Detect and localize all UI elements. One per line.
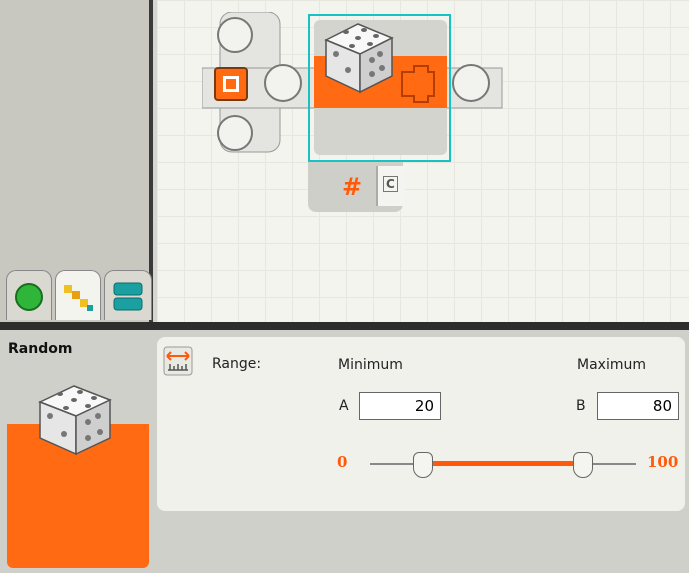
tab-complete-palette[interactable] (55, 270, 101, 320)
slider-thumb-min[interactable] (413, 452, 434, 478)
minimum-input[interactable] (359, 392, 441, 420)
start-point-icon[interactable] (214, 67, 248, 101)
complete-palette-icon (64, 285, 93, 311)
slider-max-label: 100 (647, 453, 679, 471)
program-canvas[interactable]: # C (157, 0, 689, 322)
custom-palette-icon (113, 282, 143, 311)
plug-bottom[interactable] (217, 115, 253, 151)
range-slider-fill (423, 461, 583, 466)
range-slider-track[interactable] (370, 461, 636, 466)
tab-common-palette[interactable] (6, 270, 52, 320)
maximum-label: Maximum (577, 357, 646, 373)
minimum-label: Minimum (338, 357, 403, 373)
slider-thumb-max[interactable] (572, 452, 593, 478)
hub-plug[interactable]: C (376, 166, 405, 206)
dice-icon (324, 23, 394, 94)
block-title: Random (8, 341, 73, 357)
b-label: B (576, 398, 586, 414)
range-label: Range: (212, 356, 262, 372)
random-block[interactable] (308, 14, 451, 162)
maximum-input[interactable] (597, 392, 679, 420)
dice-icon (38, 385, 112, 456)
hub-number-symbol: # (342, 172, 363, 201)
common-palette-icon (15, 283, 43, 311)
data-hub[interactable]: # C (308, 162, 405, 212)
range-icon (163, 346, 193, 376)
plug-top[interactable] (217, 17, 253, 53)
sequence-plug-left[interactable] (264, 64, 302, 102)
sequence-plug-right[interactable] (452, 64, 490, 102)
data-hub-plug-icon (401, 65, 435, 103)
slider-min-label: 0 (337, 453, 348, 471)
panel-divider[interactable] (0, 322, 689, 330)
a-label: A (339, 398, 349, 414)
tab-custom-palette[interactable] (104, 270, 152, 320)
